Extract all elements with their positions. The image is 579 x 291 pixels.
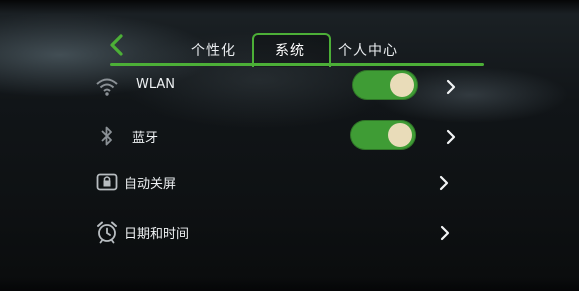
wifi-icon: [94, 73, 120, 99]
settings-item-label: 自动关屏: [124, 177, 177, 192]
settings-item-label: 日期和时间: [124, 227, 190, 242]
settings-item-date-time[interactable]: 日期和时间: [0, 213, 579, 253]
chevron-right-icon: [444, 78, 458, 96]
tab-personalization[interactable]: 个性化: [191, 40, 236, 60]
settings-item-auto-screen-off[interactable]: 自动关屏: [0, 163, 579, 203]
settings-item-wlan[interactable]: WLAN: [0, 67, 579, 107]
bezel-top: [0, 0, 579, 14]
tabs-underline: [110, 63, 484, 66]
back-button[interactable]: [104, 32, 130, 58]
chevron-right-icon: [438, 224, 452, 242]
tab-personal-center[interactable]: 个人中心: [338, 40, 398, 60]
wlan-toggle[interactable]: [352, 70, 418, 100]
tab-system[interactable]: 系统: [275, 40, 305, 60]
toggle-knob: [388, 123, 412, 147]
alarm-clock-icon: [94, 219, 120, 245]
settings-item-label: WLAN: [136, 77, 176, 92]
chevron-right-icon: [444, 128, 458, 146]
bluetooth-toggle[interactable]: [350, 120, 416, 150]
settings-item-bluetooth[interactable]: 蓝牙: [0, 117, 579, 157]
chevron-right-icon: [437, 174, 451, 192]
chevron-left-icon: [110, 34, 123, 56]
settings-item-label: 蓝牙: [132, 131, 159, 146]
lock-screen-icon: [94, 169, 120, 195]
bluetooth-icon: [94, 123, 120, 149]
toggle-knob: [390, 73, 414, 97]
bezel-bottom: [0, 277, 579, 291]
